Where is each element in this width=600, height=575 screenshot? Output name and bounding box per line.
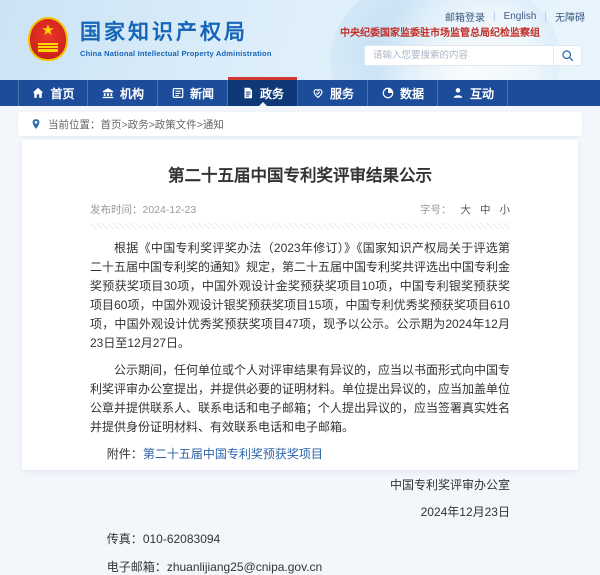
accessibility-link[interactable]: 无障碍 — [555, 9, 585, 24]
bank-icon — [101, 86, 115, 100]
divider — [90, 223, 510, 229]
utility-links: 邮箱登录 | English | 无障碍 — [445, 9, 585, 24]
nav-item-news[interactable]: 新闻 — [158, 80, 228, 106]
nav-item-data[interactable]: 数据 — [368, 80, 438, 106]
attachment-link[interactable]: 第二十五届中国专利奖预获奖项目 — [143, 447, 323, 461]
main-nav: 首页 机构 新闻 政务 服务 — [0, 80, 600, 106]
site-header: ★ 国家知识产权局 China National Intellectual Pr… — [0, 0, 600, 80]
service-heart-icon — [311, 86, 325, 100]
article-card: 第二十五届中国专利奖评审结果公示 发布时间：2024-12-23 字号：大中小 … — [22, 140, 578, 470]
nav-label: 服务 — [330, 85, 354, 102]
font-size-small-button[interactable]: 小 — [500, 204, 511, 216]
breadcrumb: 当前位置： 首页>政务>政策文件>通知 — [18, 112, 582, 136]
search-input[interactable] — [365, 50, 553, 61]
email-row: 电子邮箱：zhuanlijiang25@cnipa.gov.cn — [90, 558, 510, 575]
nav-item-interaction[interactable]: 互动 — [438, 80, 508, 106]
font-size-control: 字号：大中小 — [420, 202, 510, 217]
mail-login-link[interactable]: 邮箱登录 — [445, 9, 485, 24]
fax-number: 010-62083094 — [143, 532, 220, 546]
nav-item-government-affairs[interactable]: 政务 — [228, 80, 298, 106]
divider: | — [493, 11, 496, 22]
breadcrumb-prefix: 当前位置： — [48, 117, 101, 132]
nav-label: 数据 — [400, 85, 424, 102]
attachment-label: 附件： — [107, 447, 143, 461]
breadcrumb-path[interactable]: 首页>政务>政策文件>通知 — [101, 117, 224, 132]
nav-label: 机构 — [120, 85, 144, 102]
active-tab-pointer — [258, 102, 268, 107]
contact-info: 传真：010-62083094 电子邮箱：zhuanlijiang25@cnip… — [90, 530, 510, 575]
site-title-en: China National Intellectual Property Adm… — [80, 49, 272, 58]
signature-date: 2024年12月23日 — [90, 503, 510, 520]
divider: | — [544, 11, 547, 22]
document-icon — [241, 86, 255, 100]
nav-label: 互动 — [470, 85, 494, 102]
paragraph: 公示期间，任何单位或个人对评审结果有异议的，应当以书面形式向中国专利奖评审办公室… — [90, 361, 510, 437]
english-link[interactable]: English — [504, 11, 537, 22]
site-logo[interactable]: ★ 国家知识产权局 China National Intellectual Pr… — [28, 17, 272, 61]
nav-item-organization[interactable]: 机构 — [88, 80, 158, 106]
discipline-inspection-link[interactable]: 中央纪委国家监委驻市场监管总局纪检监察组 — [340, 24, 540, 39]
nav-label: 政务 — [260, 85, 284, 102]
search-icon — [561, 49, 574, 62]
page-title: 第二十五届中国专利奖评审结果公示 — [90, 162, 510, 186]
font-size-large-button[interactable]: 大 — [461, 204, 472, 216]
site-title-cn: 国家知识产权局 — [80, 21, 272, 45]
pie-chart-icon — [381, 86, 395, 100]
fax-row: 传真：010-62083094 — [90, 530, 510, 547]
location-pin-icon — [30, 118, 42, 130]
home-icon — [31, 86, 45, 100]
attachment-row: 附件：第二十五届中国专利奖预获奖项目 — [90, 445, 510, 462]
article-body: 根据《中国专利奖评奖办法（2023年修订）》《国家知识产权局关于评选第二十五届中… — [90, 239, 510, 437]
nav-label: 新闻 — [190, 85, 214, 102]
publish-time: 发布时间：2024-12-23 — [90, 202, 196, 217]
nav-label: 首页 — [50, 85, 74, 102]
news-icon — [171, 86, 185, 100]
nav-item-services[interactable]: 服务 — [298, 80, 368, 106]
signature-block: 中国专利奖评审办公室 2024年12月23日 — [90, 476, 510, 520]
article-meta: 发布时间：2024-12-23 字号：大中小 — [90, 202, 510, 217]
font-size-medium-button[interactable]: 中 — [480, 204, 491, 216]
paragraph: 根据《中国专利奖评奖办法（2023年修订）》《国家知识产权局关于评选第二十五届中… — [90, 239, 510, 353]
publish-date: 2024-12-23 — [143, 204, 197, 216]
person-icon — [451, 86, 465, 100]
email-address: zhuanlijiang25@cnipa.gov.cn — [167, 560, 322, 574]
nav-item-home[interactable]: 首页 — [18, 80, 88, 106]
search-bar — [364, 45, 582, 66]
signature-office: 中国专利奖评审办公室 — [90, 476, 510, 493]
national-emblem-icon: ★ — [28, 17, 68, 61]
search-button[interactable] — [553, 46, 581, 65]
